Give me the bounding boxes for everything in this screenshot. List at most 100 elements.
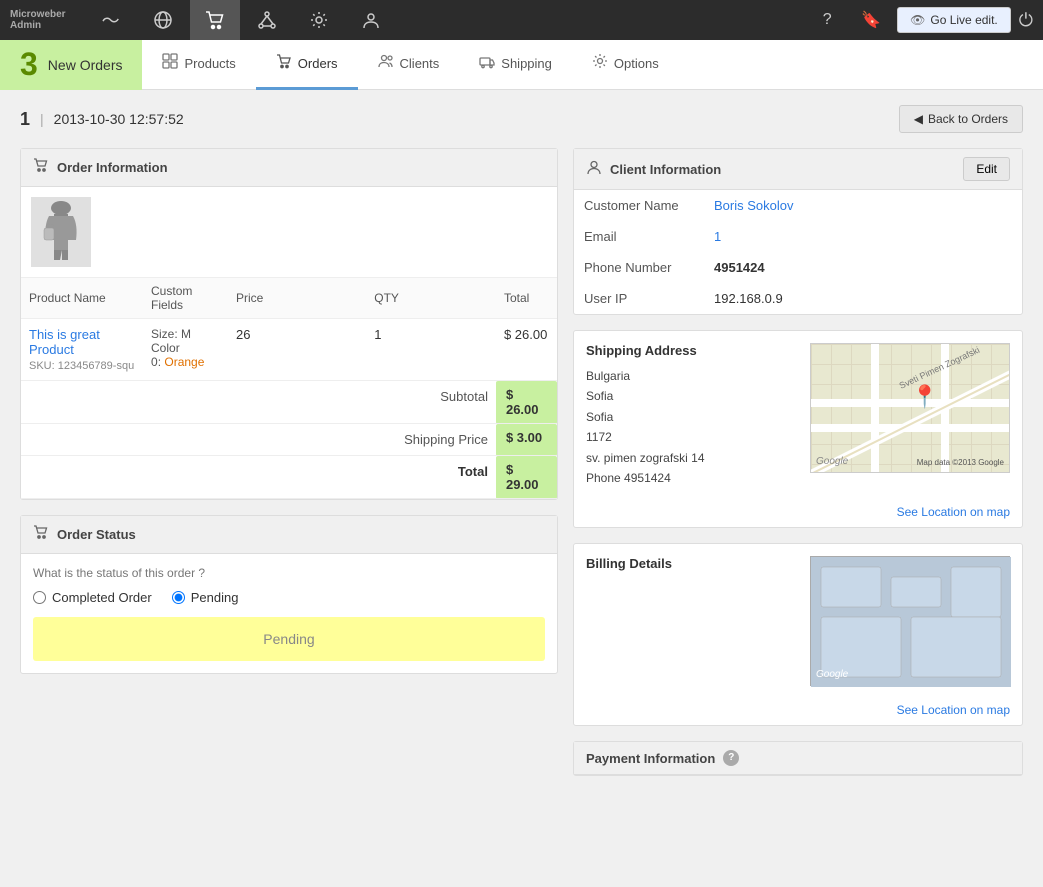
- power-button[interactable]: ⏻: [1019, 10, 1033, 31]
- billing-panel: Billing Details Google: [573, 543, 1023, 726]
- customer-name-value: Boris Sokolov: [704, 190, 1022, 221]
- subtotal-value: $ 26.00: [496, 381, 557, 424]
- customer-name-row: Customer Name Boris Sokolov: [574, 190, 1022, 221]
- total-value: $ 29.00: [496, 456, 557, 499]
- nav-globe[interactable]: [138, 0, 188, 40]
- client-info-table: Customer Name Boris Sokolov Email 1: [574, 190, 1022, 314]
- tab-orders[interactable]: Orders: [256, 40, 358, 90]
- completed-radio[interactable]: [33, 591, 46, 604]
- total-label: Total: [228, 456, 496, 499]
- shipping-address-text: Bulgaria Sofia Sofia 1172 sv. pimen zogr…: [586, 366, 798, 488]
- billing-map: Google: [810, 556, 1010, 686]
- product-image-area: [21, 187, 557, 278]
- shipping-label: Shipping Price: [228, 424, 496, 456]
- order-info-header: Order Information: [21, 149, 557, 187]
- shipping-row: Shipping Price $ 3.00: [21, 424, 557, 456]
- billing-section: Billing Details Google: [574, 544, 1022, 698]
- col-qty: QTY: [366, 278, 496, 319]
- right-column: Client Information Edit Customer Name Bo…: [573, 148, 1023, 791]
- customer-name-link[interactable]: Boris Sokolov: [714, 198, 793, 213]
- custom-field-color: Color: [151, 341, 220, 355]
- nav-analytics[interactable]: 〜: [86, 0, 136, 40]
- logo: Microweber Admin: [10, 9, 66, 31]
- custom-field-size: Size: M: [151, 327, 220, 341]
- email-link[interactable]: 1: [714, 229, 721, 244]
- status-cart-icon: [33, 524, 49, 545]
- order-table: Product Name Custom Fields Price QTY Tot…: [21, 278, 557, 499]
- clients-icon: [378, 53, 394, 74]
- ip-label: User IP: [574, 283, 704, 314]
- order-status-panel: Order Status What is the status of this …: [20, 515, 558, 674]
- ip-row: User IP 192.168.0.9: [574, 283, 1022, 314]
- payment-help-icon[interactable]: ?: [723, 750, 739, 766]
- order-date: 2013-10-30 12:57:52: [54, 111, 184, 127]
- phone-row: Phone Number 4951424: [574, 252, 1022, 283]
- order-id-date: 1 | 2013-10-30 12:57:52: [20, 109, 184, 130]
- go-live-button[interactable]: 👁 Go Live edit.: [897, 7, 1011, 33]
- shipping-phone: Phone 4951424: [586, 468, 798, 488]
- nav-icons: 〜: [86, 0, 810, 40]
- top-nav: Microweber Admin 〜: [0, 0, 1043, 40]
- billing-map-logo: Google: [816, 669, 848, 680]
- tab-products[interactable]: Products: [142, 40, 255, 90]
- subtotal-row: Subtotal $ 26.00: [21, 381, 557, 424]
- product-sku: SKU: 123456789-squ: [29, 360, 134, 372]
- shipping-map-section: Shipping Address Bulgaria Sofia Sofia 11…: [574, 331, 1022, 500]
- email-label: Email: [574, 221, 704, 252]
- shipping-value: $ 3.00: [496, 424, 557, 456]
- billing-details: Billing Details: [586, 556, 798, 686]
- table-row: This is great Product SKU: 123456789-squ…: [21, 319, 557, 381]
- tab-clients[interactable]: Clients: [358, 40, 460, 90]
- bookmark-btn[interactable]: 🔖: [853, 2, 889, 38]
- map-data-label: Map data ©2013 Google: [917, 458, 1004, 467]
- col-product-name: Product Name: [21, 278, 143, 319]
- shipping-icon: [479, 53, 495, 74]
- help-btn[interactable]: ?: [809, 2, 845, 38]
- shipping-title: Shipping Address: [586, 343, 798, 358]
- nav-network[interactable]: [242, 0, 292, 40]
- custom-field-color-val: 0: Orange: [151, 355, 220, 369]
- nav-tabs: Products Orders Clients: [142, 40, 678, 90]
- col-price: Price: [228, 278, 366, 319]
- completed-order-option[interactable]: Completed Order: [33, 590, 152, 605]
- product-name-cell: This is great Product SKU: 123456789-squ: [21, 319, 143, 381]
- nav-settings[interactable]: [294, 0, 344, 40]
- payment-info-panel: Payment Information ?: [573, 741, 1023, 776]
- eye-icon: 👁: [910, 13, 925, 27]
- email-value: 1: [704, 221, 1022, 252]
- status-question: What is the status of this order ?: [33, 566, 545, 580]
- left-column: Order Information: [20, 148, 558, 791]
- order-header: 1 | 2013-10-30 12:57:52 ◀ Back to Orders: [20, 105, 1023, 133]
- nav-users[interactable]: [346, 0, 396, 40]
- pending-radio[interactable]: [172, 591, 185, 604]
- nav-cart[interactable]: [190, 0, 240, 40]
- edit-client-button[interactable]: Edit: [963, 157, 1010, 181]
- client-info-body: Customer Name Boris Sokolov Email 1: [574, 190, 1022, 314]
- pending-option[interactable]: Pending: [172, 590, 239, 605]
- subtotal-label: Subtotal: [228, 381, 496, 424]
- status-display: Pending: [33, 617, 545, 661]
- product-link[interactable]: This is great Product: [29, 327, 100, 357]
- client-info-header: Client Information Edit: [574, 149, 1022, 190]
- new-orders-badge: 3 New Orders: [0, 40, 142, 90]
- col-total: Total: [496, 278, 557, 319]
- order-status-body: What is the status of this order ? Compl…: [21, 554, 557, 673]
- order-id: 1: [20, 109, 30, 130]
- map-pin-icon: 📍: [911, 384, 938, 410]
- total-row: Total $ 29.00: [21, 456, 557, 499]
- phone-label: Phone Number: [574, 252, 704, 283]
- product-thumbnail: [31, 197, 91, 267]
- order-status-header: Order Status: [21, 516, 557, 554]
- back-to-orders-button[interactable]: ◀ Back to Orders: [899, 105, 1023, 133]
- see-location-billing-link[interactable]: See Location on map: [574, 698, 1022, 725]
- tab-options[interactable]: Options: [572, 40, 679, 90]
- price-cell: 26: [228, 319, 366, 381]
- see-location-shipping-link[interactable]: See Location on map: [574, 500, 1022, 527]
- tab-shipping[interactable]: Shipping: [459, 40, 572, 90]
- customer-name-label: Customer Name: [574, 190, 704, 221]
- status-options: Completed Order Pending: [33, 590, 545, 605]
- orders-icon: [276, 53, 292, 74]
- cart-icon: [33, 157, 49, 178]
- billing-title: Billing Details: [586, 556, 798, 571]
- sub-nav: 3 New Orders Products: [0, 40, 1043, 90]
